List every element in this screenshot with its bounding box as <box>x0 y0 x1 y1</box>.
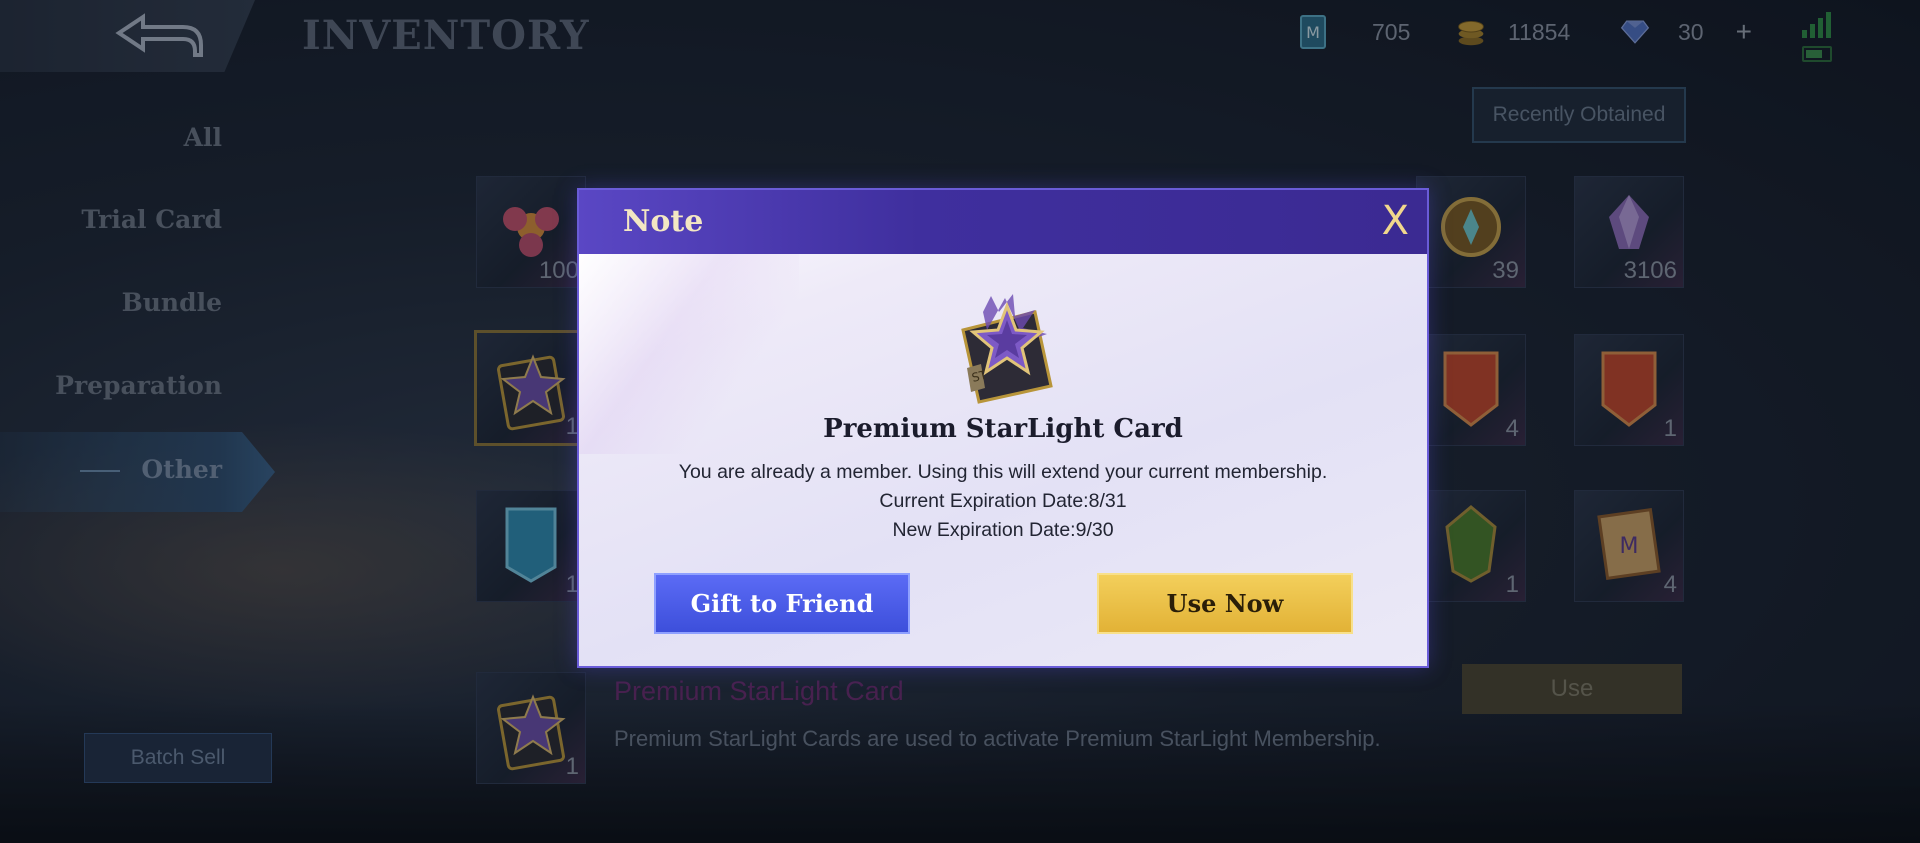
dialog-header: Note X <box>579 190 1427 254</box>
close-button[interactable]: X <box>1382 198 1409 244</box>
dialog-title: Note <box>623 204 704 239</box>
note-dialog: Note X ST Premium StarLight Card You are… <box>577 188 1429 668</box>
gift-to-friend-button[interactable]: Gift to Friend <box>654 573 910 634</box>
use-now-button[interactable]: Use Now <box>1097 573 1353 634</box>
dialog-message: You are already a member. Using this wil… <box>678 461 1328 483</box>
new-expiration: New Expiration Date:9/30 <box>892 519 1114 541</box>
dialog-item-name: Premium StarLight Card <box>823 414 1183 444</box>
current-expiration: Current Expiration Date:8/31 <box>879 490 1127 512</box>
starlight-card-icon: ST <box>943 290 1067 411</box>
